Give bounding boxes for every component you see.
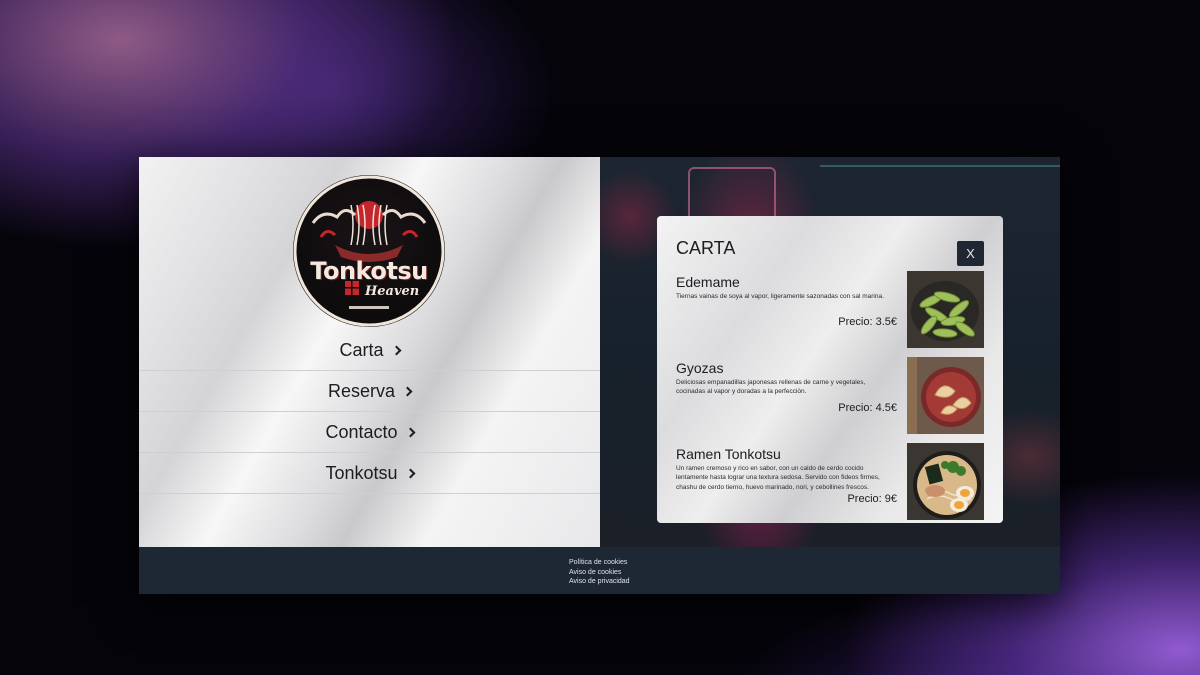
nav-item-label: Reserva <box>327 380 396 401</box>
footer: Política de cookies Aviso de cookies Avi… <box>139 547 1060 594</box>
menu-item-name: Ramen Tonkotsu <box>676 446 781 462</box>
footer-links: Política de cookies Aviso de cookies Avi… <box>569 558 630 587</box>
menu-item-name: Gyozas <box>676 360 724 376</box>
gyoza-photo-icon <box>907 357 984 434</box>
chevron-right-icon <box>405 468 415 478</box>
chevron-right-icon <box>391 345 401 355</box>
menu-item: Ramen Tonkotsu Un ramen cremoso y rico e… <box>657 443 1003 523</box>
menu-item: Edemame Tiernas vainas de soya al vapor,… <box>657 271 1003 357</box>
main-nav: Carta Reserva Contacto Tonkotsu <box>139 330 600 494</box>
menu-item-price: Precio: 9€ <box>847 493 897 505</box>
logo-artwork-icon <box>293 175 445 327</box>
cookie-policy-link[interactable]: Política de cookies <box>569 558 630 568</box>
left-panel: Tonkotsu Heaven Carta Reserva Contacto T… <box>139 157 600 547</box>
nav-item-reserva[interactable]: Reserva <box>139 371 600 412</box>
brand-subtitle: Heaven <box>365 284 420 299</box>
menu-item-description: Tiernas vainas de soya al vapor, ligeram… <box>676 293 884 300</box>
menu-item-name: Edemame <box>676 274 740 290</box>
menu-item-description: Un ramen cremoso y rico en sabor, con un… <box>676 465 880 491</box>
menu-item-price: Precio: 4.5€ <box>838 402 897 414</box>
nav-item-contacto[interactable]: Contacto <box>139 412 600 453</box>
edamame-photo-icon <box>907 271 984 348</box>
menu-item: Gyozas Deliciosas empanadillas japonesas… <box>657 357 1003 443</box>
privacy-notice-link[interactable]: Aviso de privacidad <box>569 577 630 587</box>
menu-item-description: Deliciosas empanadillas japonesas rellen… <box>676 379 866 396</box>
neon-line-decoration <box>820 165 1060 167</box>
modal-title: CARTA <box>676 238 736 258</box>
brand-title: Tonkotsu <box>310 257 428 285</box>
menu-item-price: Precio: 3.5€ <box>838 316 897 328</box>
menu-list: Edemame Tiernas vainas de soya al vapor,… <box>657 271 1003 523</box>
close-button[interactable]: X <box>957 241 984 266</box>
nav-item-tonkotsu[interactable]: Tonkotsu <box>139 453 600 494</box>
chevron-right-icon <box>402 386 413 396</box>
menu-modal: CARTA X Edemame Tiernas vainas de soya a… <box>657 216 1003 523</box>
nav-item-label: Contacto <box>325 421 398 442</box>
chevron-right-icon <box>405 427 415 437</box>
cookie-notice-link[interactable]: Aviso de cookies <box>569 568 630 578</box>
nav-item-label: Tonkotsu <box>325 462 398 483</box>
brand-logo: Tonkotsu Heaven <box>293 175 445 327</box>
ramen-photo-icon <box>907 443 984 520</box>
nav-item-label: Carta <box>339 339 384 360</box>
nav-item-carta[interactable]: Carta <box>139 330 600 371</box>
